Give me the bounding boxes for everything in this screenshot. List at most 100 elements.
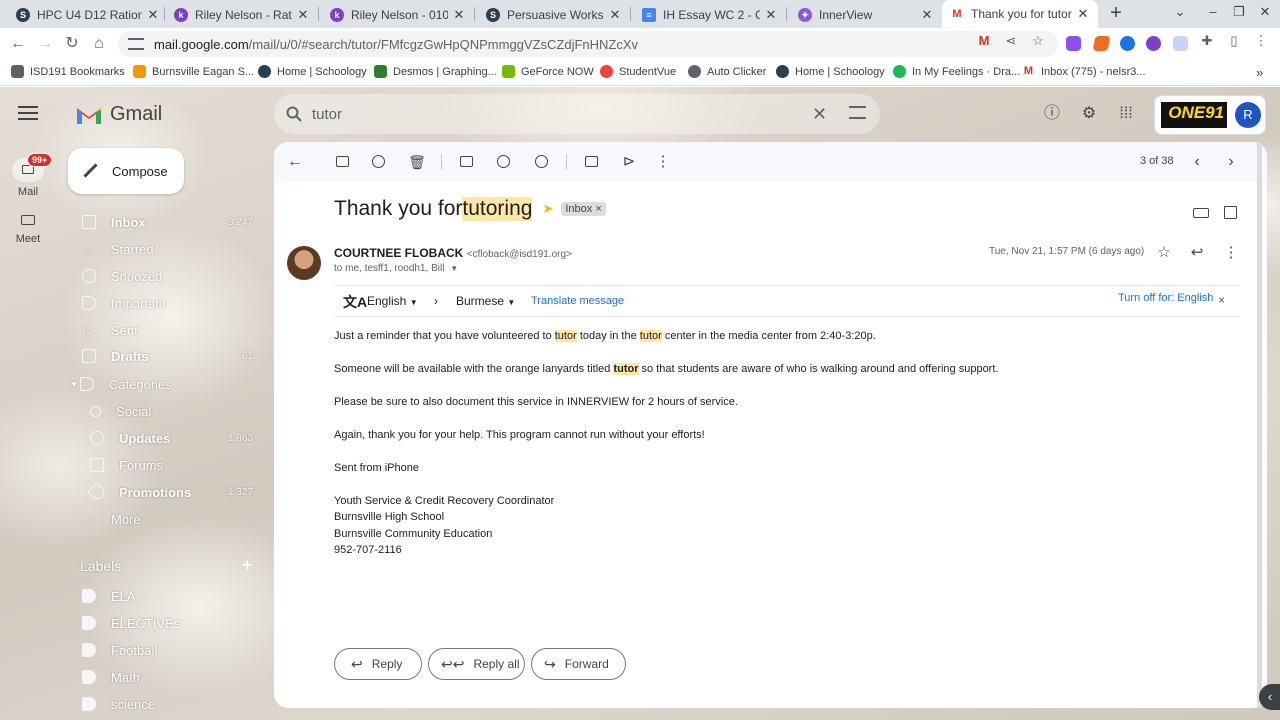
important-marker-icon[interactable]: ➤: [542, 201, 553, 217]
bookmark-star-icon[interactable]: ☆: [1030, 33, 1046, 49]
extension-icon[interactable]: [1173, 36, 1188, 51]
sidebar-item-drafts[interactable]: Drafts 61: [78, 344, 258, 368]
sidebar-item-important[interactable]: Important: [78, 291, 258, 315]
bookmark[interactable]: Auto Clicker: [688, 65, 766, 78]
browser-tab[interactable]: S Persuasive Works Cite ✕: [478, 2, 630, 28]
bookmark[interactable]: Desmos | Graphing...: [374, 65, 497, 78]
share-icon[interactable]: ⋖: [1003, 33, 1019, 49]
sender-name[interactable]: COURTNEE FLOBACK: [334, 246, 463, 260]
sidebar-item-forums[interactable]: Forums: [78, 453, 258, 477]
star-icon[interactable]: ☆: [1156, 245, 1172, 261]
sidebar-item-more[interactable]: ⌄ More: [78, 507, 258, 531]
more-options-icon[interactable]: ⋮: [654, 153, 672, 171]
bookmark[interactable]: M Inbox (775) - nelsr3...: [1022, 65, 1146, 78]
new-tab-icon[interactable]: +: [1106, 3, 1126, 23]
close-icon[interactable]: ✕: [1076, 6, 1090, 22]
scrollbar[interactable]: [1257, 142, 1262, 708]
home-icon[interactable]: ⌂: [89, 34, 109, 54]
clear-search-icon[interactable]: ✕: [812, 104, 827, 125]
print-icon[interactable]: [1193, 208, 1209, 218]
extensions-puzzle-icon[interactable]: ✚: [1199, 33, 1215, 49]
back-icon[interactable]: ←: [8, 34, 28, 54]
bookmark[interactable]: StudentVue: [600, 65, 676, 78]
bookmark[interactable]: Burnsville Eagan S...: [133, 65, 254, 78]
bookmark[interactable]: Home | Schoology: [776, 65, 885, 78]
label-as-icon[interactable]: ⊳: [620, 153, 638, 171]
add-to-tasks-icon[interactable]: [535, 155, 548, 168]
reply-icon[interactable]: ↩: [1189, 245, 1205, 261]
label-item[interactable]: science: [78, 692, 258, 716]
sidebar-item-promotions[interactable]: Promotions 1,327: [78, 480, 258, 504]
close-window-icon[interactable]: ✕: [1255, 4, 1275, 20]
recipients[interactable]: to me, tesff1, roodh1, Bill ▼: [334, 263, 458, 274]
folder-chip[interactable]: Inbox ×: [561, 202, 606, 216]
sidebar-item-sent[interactable]: ▷ Sent: [78, 318, 258, 342]
close-icon[interactable]: ✕: [920, 7, 934, 23]
chrome-menu-icon[interactable]: ⋮: [1253, 33, 1269, 49]
browser-tab-active[interactable]: M Thank you for tutoring ✕: [942, 0, 1098, 28]
search-icon[interactable]: [286, 106, 302, 122]
caret-down-icon[interactable]: ▼: [70, 380, 78, 389]
delete-icon[interactable]: 🗑: [408, 153, 426, 171]
snooze-icon[interactable]: [497, 155, 510, 168]
tab-search-icon[interactable]: ⌄: [1170, 4, 1190, 20]
reply-button[interactable]: ↩ Reply: [334, 648, 422, 680]
back-to-search-icon[interactable]: ←: [286, 153, 304, 171]
close-icon[interactable]: ×: [1218, 293, 1225, 307]
turn-off-translate-link[interactable]: Turn off for: English: [1118, 292, 1213, 304]
create-label-icon[interactable]: +: [242, 555, 253, 576]
sidebar-item-updates[interactable]: Updates 1,863: [78, 426, 258, 450]
side-panel-icon[interactable]: ▯: [1226, 33, 1242, 49]
more-bookmarks-icon[interactable]: »: [1256, 65, 1263, 80]
rail-meet[interactable]: Meet: [0, 215, 56, 245]
browser-tab[interactable]: ✦ InnerView ✕: [790, 2, 942, 28]
report-spam-icon[interactable]: [372, 155, 385, 168]
close-icon[interactable]: ✕: [452, 7, 466, 23]
restore-icon[interactable]: ❐: [1229, 4, 1249, 20]
kami-extension-icon[interactable]: [1146, 36, 1161, 51]
bookmark[interactable]: GeForce NOW: [502, 65, 594, 78]
move-to-icon[interactable]: [585, 156, 598, 167]
search-input[interactable]: [312, 105, 782, 123]
sidebar-item-starred[interactable]: ☆ Starred: [78, 237, 258, 261]
browser-tab[interactable]: S HPC U4 D12 Rational ✕: [8, 2, 168, 28]
show-details-icon[interactable]: ▼: [450, 264, 458, 273]
mark-unread-icon[interactable]: [460, 156, 473, 167]
sidebar-item-categories[interactable]: ▼ Categories: [70, 372, 250, 396]
label-item[interactable]: Math: [78, 665, 258, 689]
extension-icon[interactable]: [1092, 36, 1111, 51]
search-options-icon[interactable]: [849, 106, 866, 119]
extension-icon[interactable]: [1066, 36, 1081, 51]
browser-tab[interactable]: ≡ IH Essay WC 2 - Googl ✕: [634, 2, 786, 28]
avatar[interactable]: R: [1235, 102, 1261, 128]
browser-tab[interactable]: k Riley Nelson - Rational ✕: [166, 2, 318, 28]
gmail-extension-icon[interactable]: M: [976, 33, 992, 49]
extension-icon[interactable]: [1120, 36, 1135, 51]
label-item[interactable]: ELECTIVEs: [78, 611, 258, 635]
account-switcher[interactable]: ONE91 R: [1154, 95, 1266, 135]
sidebar-item-social[interactable]: Social: [78, 399, 258, 423]
reload-icon[interactable]: ↻: [62, 34, 82, 54]
bookmark[interactable]: In My Feelings · Dra...: [893, 65, 1020, 78]
open-new-window-icon[interactable]: [1224, 206, 1237, 219]
settings-gear-icon[interactable]: ⚙: [1079, 104, 1099, 124]
site-info-icon[interactable]: [128, 38, 144, 50]
minimize-icon[interactable]: –: [1203, 4, 1223, 19]
close-icon[interactable]: ✕: [146, 7, 160, 23]
label-item[interactable]: Football: [78, 638, 258, 662]
sidebar-item-snoozed[interactable]: Snoozed: [78, 264, 258, 288]
remove-label-icon[interactable]: ×: [595, 203, 601, 215]
close-icon[interactable]: ✕: [608, 7, 622, 23]
sidebar-item-inbox[interactable]: Inbox 3,247: [78, 210, 258, 234]
browser-tab[interactable]: k Riley Nelson - 010 Not ✕: [322, 2, 474, 28]
close-icon[interactable]: ✕: [296, 7, 310, 23]
archive-icon[interactable]: [336, 156, 349, 167]
bookmark-folder[interactable]: ISD191 Bookmarks: [11, 65, 125, 78]
source-language-select[interactable]: English ▼: [367, 294, 418, 308]
apps-grid-icon[interactable]: ⁞⁞⁞: [1116, 104, 1136, 124]
older-icon[interactable]: ›: [1222, 153, 1240, 171]
close-icon[interactable]: ✕: [764, 7, 778, 23]
translate-message-link[interactable]: Translate message: [531, 295, 624, 307]
newer-icon[interactable]: ‹: [1188, 153, 1206, 171]
compose-button[interactable]: Compose: [68, 148, 184, 194]
